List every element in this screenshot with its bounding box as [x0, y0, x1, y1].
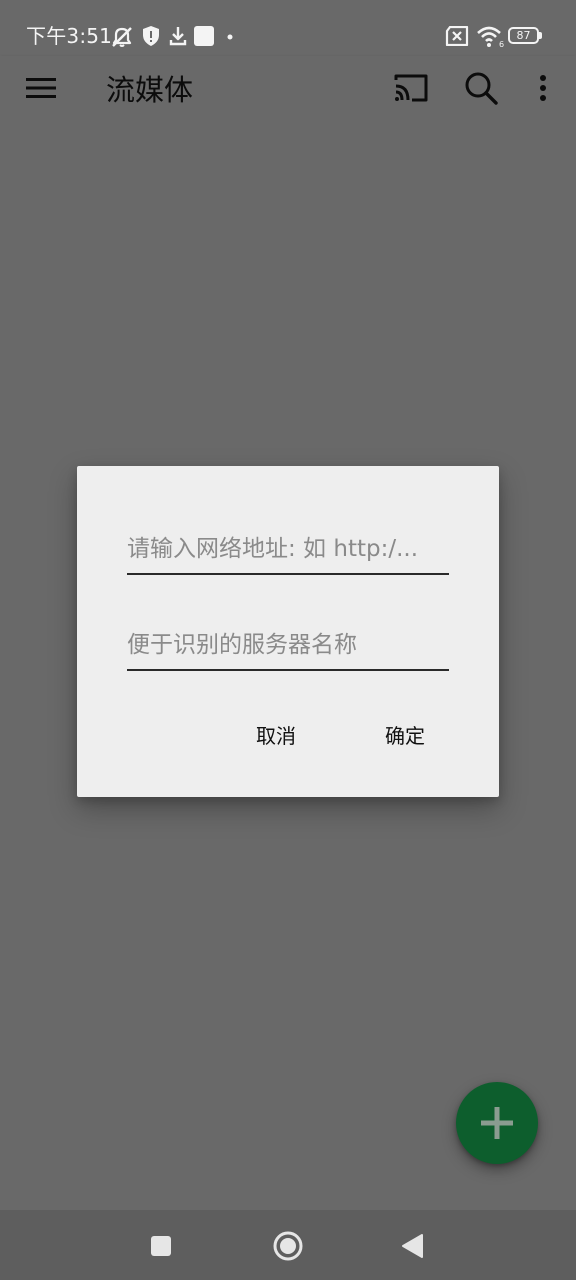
cancel-button[interactable]: 取消: [256, 716, 296, 752]
cast-button[interactable]: [387, 64, 435, 112]
server-name-input[interactable]: [127, 623, 449, 667]
add-fab[interactable]: [456, 1082, 538, 1164]
wifi-icon: 6: [477, 26, 504, 48]
url-input[interactable]: [127, 527, 449, 571]
app-bar: 流媒体: [0, 56, 576, 124]
search-button[interactable]: [457, 64, 505, 112]
home-icon: [273, 1231, 303, 1261]
menu-icon: [26, 78, 56, 98]
dot-icon: [227, 34, 233, 40]
home-button[interactable]: [266, 1224, 310, 1268]
recent-apps-button[interactable]: [139, 1224, 183, 1268]
download-icon: [169, 27, 187, 46]
menu-button[interactable]: [17, 64, 65, 112]
url-field: [127, 527, 449, 575]
svg-text:6: 6: [499, 40, 504, 48]
battery-level: 87: [516, 29, 531, 42]
plus-icon: [481, 1107, 513, 1139]
search-icon: [465, 72, 498, 105]
more-options-button[interactable]: [519, 64, 567, 112]
recent-apps-icon: [151, 1236, 171, 1256]
status-time: 下午3:51: [26, 24, 113, 48]
server-name-field: [127, 623, 449, 671]
confirm-button[interactable]: 确定: [385, 716, 425, 752]
muted-bell-icon: [112, 27, 132, 47]
more-vert-icon: [540, 75, 546, 101]
add-server-dialog: 取消 确定: [77, 466, 499, 797]
navigation-bar: [0, 1210, 576, 1280]
sim-x-icon: [445, 26, 469, 46]
back-icon: [402, 1234, 423, 1258]
white-square-icon: [194, 26, 214, 46]
app-title: 流媒体: [106, 73, 194, 107]
back-button[interactable]: [390, 1224, 434, 1268]
shield-icon: [143, 26, 159, 46]
cast-icon: [394, 74, 428, 102]
battery-icon: 87: [508, 26, 544, 46]
